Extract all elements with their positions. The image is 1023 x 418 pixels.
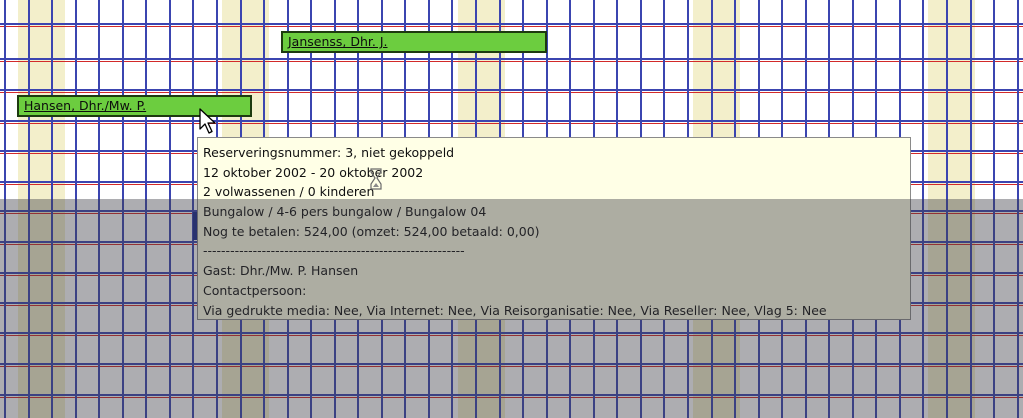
grid-row-line — [0, 120, 1023, 122]
tooltip-guest-count: 2 volwassenen / 0 kinderen — [203, 184, 375, 200]
booking-label: Jansenss, Dhr. J. — [288, 34, 388, 49]
booking-label: Hansen, Dhr./Mw. P. — [24, 98, 147, 113]
booking-bar-jansenss[interactable]: Jansenss, Dhr. J. — [281, 31, 547, 53]
tooltip-accommodation: Bungalow / 4-6 pers bungalow / Bungalow … — [203, 204, 487, 220]
grid-row-line — [0, 58, 1023, 60]
tooltip-channels: Via gedrukte media: Nee, Via Internet: N… — [203, 302, 827, 318]
tooltip-guest: Gast: Dhr./Mw. P. Hansen — [203, 263, 359, 279]
grid-row-line — [0, 23, 1023, 25]
grid-row-separator — [0, 61, 1023, 62]
booking-bar-hansen[interactable]: Hansen, Dhr./Mw. P. — [17, 95, 252, 117]
grid-row-separator — [0, 123, 1023, 124]
reservation-tooltip: Reserveringsnummer: 3, niet gekoppeld 12… — [197, 137, 911, 320]
tooltip-contact: Contactpersoon: — [203, 282, 307, 298]
tooltip-reservation-number: Reserveringsnummer: 3, niet gekoppeld — [203, 145, 455, 160]
grid-row-separator — [0, 92, 1023, 93]
grid-row-line — [0, 89, 1023, 91]
tooltip-payment: Nog te betalen: 524,00 (omzet: 524,00 be… — [203, 223, 540, 239]
grid-row-separator — [0, 26, 1023, 27]
tooltip-date-range: 12 oktober 2002 - 20 oktober 2002 — [203, 164, 424, 180]
tooltip-separator: ----------------------------------------… — [203, 243, 465, 259]
